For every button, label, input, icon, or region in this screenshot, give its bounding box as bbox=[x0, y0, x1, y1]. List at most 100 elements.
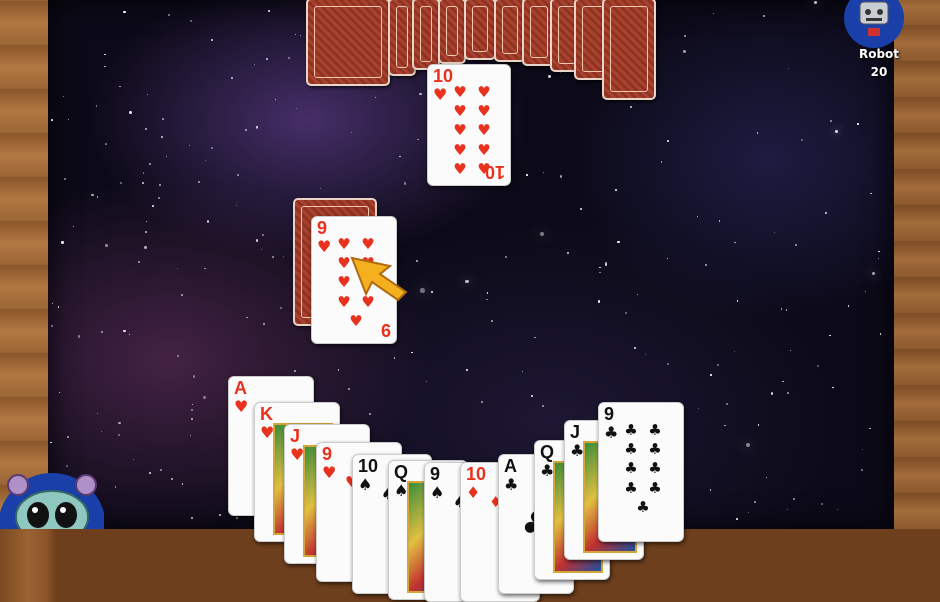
star bbox=[261, 233, 264, 236]
star bbox=[725, 402, 728, 406]
card-pip: ♥ bbox=[453, 83, 467, 102]
star bbox=[63, 95, 65, 97]
star bbox=[683, 35, 686, 37]
star bbox=[96, 105, 98, 107]
star bbox=[710, 374, 712, 376]
star bbox=[50, 119, 53, 122]
star bbox=[666, 258, 668, 260]
star bbox=[426, 380, 428, 382]
star bbox=[861, 469, 864, 472]
star bbox=[505, 256, 508, 259]
star bbox=[123, 10, 126, 14]
star bbox=[237, 174, 239, 176]
star bbox=[204, 159, 206, 161]
star bbox=[128, 334, 130, 336]
card-suit: ♠ bbox=[358, 475, 373, 494]
star bbox=[101, 430, 103, 432]
star bbox=[350, 131, 352, 133]
card-pip: ♣ bbox=[624, 421, 638, 440]
star bbox=[268, 10, 270, 12]
star bbox=[836, 509, 838, 511]
star bbox=[780, 308, 783, 311]
card-suit: ♣ bbox=[504, 475, 519, 494]
star bbox=[52, 303, 54, 305]
star bbox=[50, 441, 52, 444]
star bbox=[521, 370, 523, 372]
table-wood-right bbox=[888, 0, 940, 529]
star bbox=[543, 172, 545, 174]
card-suit: ♥ bbox=[322, 463, 337, 482]
card-rank: Q bbox=[394, 462, 409, 482]
card-pips: ♣ ♣ ♣ ♣ ♣ ♣ ♣ ♣ ♣ bbox=[619, 421, 667, 517]
card-rank: A bbox=[504, 456, 517, 476]
star bbox=[296, 107, 298, 110]
star bbox=[736, 300, 739, 303]
star bbox=[191, 404, 193, 406]
star bbox=[189, 19, 192, 22]
star bbox=[61, 241, 64, 244]
star bbox=[431, 290, 434, 293]
star bbox=[256, 127, 258, 130]
card-pip: ♣ bbox=[624, 459, 638, 478]
card-pip: ♣ bbox=[648, 440, 662, 459]
card-rank: Q bbox=[540, 442, 555, 462]
star bbox=[193, 375, 196, 378]
star bbox=[394, 357, 396, 359]
star bbox=[548, 75, 551, 78]
star bbox=[865, 291, 867, 293]
robot-icon bbox=[844, 0, 904, 48]
star bbox=[144, 246, 147, 249]
star bbox=[770, 392, 774, 395]
star bbox=[795, 244, 798, 246]
star bbox=[158, 197, 160, 200]
star bbox=[262, 322, 265, 326]
star bbox=[114, 486, 117, 488]
star bbox=[231, 77, 234, 80]
star bbox=[540, 231, 545, 236]
card-pip: ♥ bbox=[477, 102, 491, 121]
star bbox=[142, 182, 145, 185]
star bbox=[177, 355, 180, 358]
star bbox=[832, 386, 835, 389]
star bbox=[526, 174, 528, 176]
star bbox=[105, 244, 108, 247]
star bbox=[724, 425, 726, 427]
star bbox=[348, 388, 351, 391]
star bbox=[191, 517, 193, 519]
hand-card[interactable]: 9 ♣ ♣ ♣ ♣ ♣ ♣ ♣ ♣ ♣ ♣ bbox=[598, 402, 684, 542]
card-pip: ♣ bbox=[648, 421, 662, 440]
star bbox=[145, 231, 147, 233]
star bbox=[757, 424, 760, 426]
card-pip: ♣ bbox=[624, 440, 638, 459]
card-pip: ♥ bbox=[477, 83, 491, 102]
star bbox=[100, 331, 103, 333]
star bbox=[162, 117, 165, 120]
card-rank-bottom: 9 bbox=[380, 320, 391, 340]
card-suit: ♦ bbox=[466, 483, 481, 502]
star bbox=[834, 129, 838, 133]
star bbox=[789, 349, 792, 351]
star bbox=[490, 320, 493, 323]
star bbox=[103, 65, 106, 68]
opponent-card-back bbox=[438, 0, 466, 64]
star bbox=[736, 518, 738, 520]
star bbox=[274, 98, 277, 101]
star bbox=[144, 128, 147, 130]
star bbox=[91, 193, 94, 196]
star bbox=[191, 409, 193, 411]
star bbox=[705, 263, 708, 266]
star bbox=[271, 256, 274, 258]
card-suit: ♠ bbox=[430, 483, 445, 502]
card-rank: 9 bbox=[430, 464, 441, 484]
star bbox=[167, 13, 170, 16]
star bbox=[105, 143, 108, 145]
star bbox=[566, 251, 570, 255]
star bbox=[148, 163, 151, 165]
pointer-cursor-icon bbox=[350, 256, 408, 302]
card-rank: 9 bbox=[604, 404, 615, 424]
star bbox=[847, 305, 850, 307]
table-wood-left bbox=[0, 0, 52, 529]
star bbox=[617, 240, 620, 244]
star bbox=[465, 279, 469, 284]
star bbox=[820, 502, 823, 505]
